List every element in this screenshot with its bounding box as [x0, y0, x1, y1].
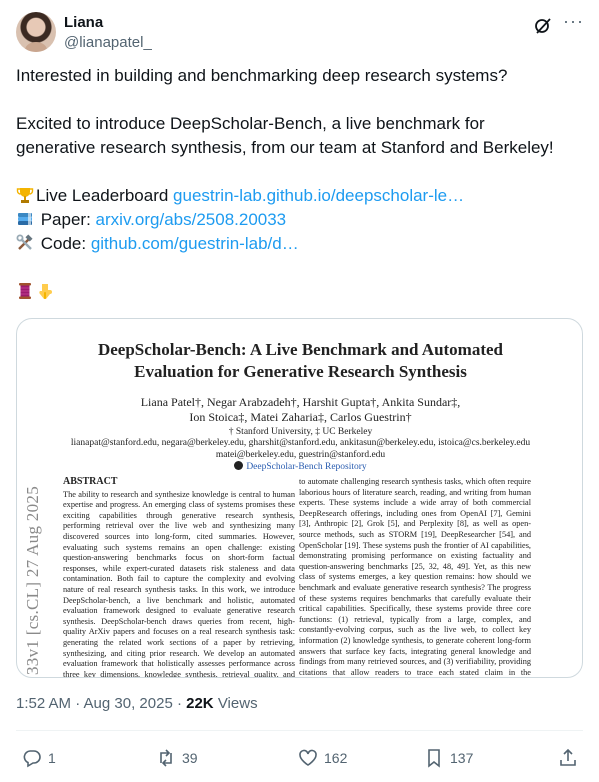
- books-icon: [18, 213, 32, 225]
- tweet-line: generative research synthesis, from our …: [16, 138, 554, 157]
- tweet-header: Liana @lianapatel_ ···: [16, 10, 583, 54]
- paper-authors: Liana Patel†, Negar Arabzadeh†, Harshit …: [17, 395, 582, 425]
- tweet-line: Excited to introduce DeepScholar-Bench, …: [16, 114, 485, 133]
- code-line: Code: github.com/guestrin-lab/d…: [16, 232, 299, 256]
- views-count: 22K: [186, 695, 214, 712]
- action-bar: 1 39 162 137: [16, 744, 583, 772]
- paper-repo-link: DeepScholar-Bench Repository: [17, 461, 582, 472]
- paper-label: Paper:: [36, 210, 96, 229]
- grok-icon[interactable]: [533, 16, 553, 36]
- bookmark-button[interactable]: 137: [424, 744, 473, 772]
- arxiv-identifier: 33v1 [cs.CL] 27 Aug 2025: [23, 486, 42, 675]
- paper-title-line: Evaluation for Generative Research Synth…: [134, 362, 467, 381]
- paper-emails-line: lianapat@stanford.edu, negara@berkeley.e…: [70, 438, 531, 448]
- divider: [16, 730, 583, 731]
- like-count: 162: [324, 750, 348, 766]
- paper-line: Paper: arxiv.org/abs/2508.20033: [16, 208, 286, 232]
- paper-intro-text: to automate challenging research synthes…: [299, 477, 531, 677]
- paper-authors-line: Ion Stoica‡, Matei Zaharia‡, Carlos Gues…: [189, 410, 412, 424]
- github-icon: [234, 461, 244, 470]
- share-button[interactable]: [558, 744, 584, 772]
- repost-icon: [160, 749, 172, 767]
- tweet-timestamp[interactable]: 1:52 AM · Aug 30, 2025 ·: [16, 695, 186, 712]
- views-label: Views: [213, 695, 258, 712]
- paper-title: DeepScholar-Bench: A Live Benchmark and …: [17, 339, 582, 383]
- author-name[interactable]: Liana: [64, 14, 103, 32]
- code-link[interactable]: github.com/guestrin-lab/d…: [91, 234, 299, 253]
- leaderboard-line: Live Leaderboard guestrin-lab.github.io/…: [16, 184, 464, 208]
- repost-button[interactable]: 39: [156, 744, 198, 772]
- paper-image-card[interactable]: DeepScholar-Bench: A Live Benchmark and …: [16, 318, 583, 678]
- paper-emails-line: matei@berkeley.edu, guestrin@stanford.ed…: [215, 450, 386, 460]
- tweet-meta: 1:52 AM · Aug 30, 2025 · 22K Views: [16, 695, 258, 712]
- paper-emails: lianapat@stanford.edu, negara@berkeley.e…: [17, 437, 582, 461]
- reply-count: 1: [48, 750, 56, 766]
- paper-authors-line: Liana Patel†, Negar Arabzadeh†, Harshit …: [140, 395, 461, 409]
- paper-abstract: ABSTRACT The ability to research and syn…: [63, 476, 295, 678]
- tweet-line: Interested in building and benchmarking …: [16, 66, 508, 85]
- avatar[interactable]: [16, 12, 56, 52]
- author-handle[interactable]: @lianapatel_: [64, 34, 152, 52]
- trophy-icon: [16, 188, 34, 203]
- paper-preview: DeepScholar-Bench: A Live Benchmark and …: [17, 319, 582, 678]
- leaderboard-label: Live Leaderboard: [36, 186, 174, 205]
- like-button[interactable]: 162: [298, 744, 347, 772]
- abstract-heading: ABSTRACT: [63, 476, 118, 487]
- reply-button[interactable]: 1: [22, 744, 56, 772]
- paper-title-line: DeepScholar-Bench: A Live Benchmark and …: [97, 340, 504, 359]
- more-icon[interactable]: ···: [563, 12, 583, 34]
- paper-link[interactable]: arxiv.org/abs/2508.20033: [96, 210, 287, 229]
- reply-icon: [23, 750, 41, 768]
- emoji-line: [16, 280, 56, 304]
- abstract-text: The ability to research and synthesize k…: [63, 489, 295, 678]
- repost-count: 39: [182, 750, 198, 766]
- share-icon: [560, 748, 576, 766]
- paper-repo-label: DeepScholar-Bench Repository: [246, 462, 367, 472]
- code-label: Code:: [36, 234, 91, 253]
- hammer-wrench-icon: [16, 234, 33, 250]
- bookmark-icon: [428, 749, 440, 768]
- pointing-down-icon: [39, 284, 52, 299]
- heart-icon: [299, 749, 317, 766]
- leaderboard-link[interactable]: guestrin-lab.github.io/deepscholar-le…: [173, 186, 464, 205]
- thread-icon: [19, 283, 31, 299]
- bookmark-count: 137: [450, 750, 474, 766]
